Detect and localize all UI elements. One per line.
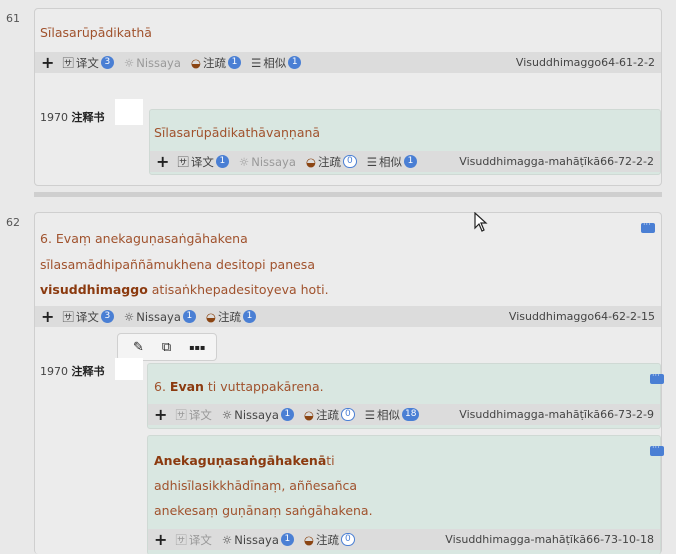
- translation-button[interactable]: 🈂 译文: [175, 532, 212, 548]
- edit-icon[interactable]: ✎: [133, 340, 144, 355]
- similar-button[interactable]: ☰ 相似 1: [250, 55, 302, 71]
- tag-icon[interactable]: [650, 443, 664, 456]
- add-button[interactable]: +: [154, 405, 167, 424]
- translation-count-badge: 3: [100, 310, 114, 323]
- translate-icon: 🈂: [62, 309, 74, 324]
- nissaya-button[interactable]: ☼ Nissaya 1: [124, 310, 196, 324]
- commentary-count-badge: 1: [242, 310, 256, 323]
- translation-button[interactable]: 🈂 译文 3: [62, 309, 114, 325]
- paragraph-line-2[interactable]: sīlasamādhipaññāmukhena desitopi panesa: [40, 257, 315, 272]
- add-button[interactable]: +: [156, 152, 169, 171]
- more-icon[interactable]: ▪▪▪: [189, 343, 205, 352]
- bowl-icon: ◒: [190, 55, 201, 70]
- commentary-button[interactable]: ◒ 注疏 0: [304, 532, 355, 548]
- paragraph-title[interactable]: Sīlasarūpādikathā: [40, 25, 152, 40]
- bowl-icon: ◒: [303, 532, 314, 547]
- paragraph-number: 61: [6, 12, 20, 25]
- translation-count-badge: 1: [215, 155, 229, 168]
- section-divider: [34, 192, 662, 197]
- bowl-icon: ◒: [303, 407, 314, 422]
- sun-icon: ☼: [238, 154, 250, 169]
- paragraph-card-61: Sīlasarūpādikathā + 🈂 译文 3 ☼ Nissaya ◒ 注…: [34, 8, 662, 186]
- nissaya-count-badge: 1: [280, 533, 294, 546]
- commentary-count-badge: 0: [342, 155, 357, 168]
- similar-count-badge: 1: [288, 56, 302, 69]
- sun-icon: ☼: [221, 532, 233, 547]
- tag-icon[interactable]: [641, 220, 655, 233]
- nissaya-button[interactable]: ☼ Nissaya 1: [222, 533, 294, 547]
- commentary-line-1[interactable]: Anekaguṇasaṅgāhakenāti: [154, 453, 335, 468]
- add-button[interactable]: +: [41, 53, 54, 72]
- add-button[interactable]: +: [41, 307, 54, 326]
- commentary-count-badge: 1: [227, 56, 241, 69]
- sun-icon: ☼: [123, 309, 135, 324]
- translate-icon: 🈂: [175, 532, 187, 547]
- paragraph-line-3[interactable]: visuddhimaggo atisaṅkhepadesitoyeva hoti…: [40, 282, 329, 297]
- commentary-reference[interactable]: Visuddhimagga-mahāṭīkā66-73-2-9: [459, 408, 654, 421]
- bowl-icon: ◒: [305, 154, 316, 169]
- sun-icon: ☼: [221, 407, 233, 422]
- commentary-card: Sīlasarūpādikathāvaṇṇanā + 🈂 译文 1 ☼ Niss…: [149, 109, 661, 175]
- translation-button[interactable]: 🈂 译文 1: [177, 154, 229, 170]
- tag-icon[interactable]: [650, 371, 664, 384]
- commentary-card: 6. Evan ti vuttappakārena. + 🈂 译文 ☼ Niss…: [147, 363, 664, 429]
- similar-count-badge: 1: [404, 155, 417, 168]
- translate-icon: 🈂: [175, 407, 187, 422]
- commentary-line-3[interactable]: anekesaṃ guṇānaṃ saṅgāhakena.: [154, 503, 373, 518]
- list-icon: ☰: [364, 407, 375, 422]
- commentary-line[interactable]: 6. Evan ti vuttappakārena.: [154, 379, 324, 394]
- mouse-cursor-icon: [474, 212, 488, 232]
- translation-button[interactable]: 🈂 译文 3: [62, 55, 114, 71]
- commentary-count-badge: 0: [340, 408, 355, 421]
- commentary-button[interactable]: ◒ 注疏 0: [306, 154, 357, 170]
- redacted-box: [115, 358, 143, 380]
- commentary-button[interactable]: ◒ 注疏 0: [304, 407, 355, 423]
- commentary-card: Anekaguṇasaṅgāhakenāti adhisīlasikkhādīn…: [147, 435, 664, 554]
- paragraph-reference[interactable]: Visuddhimaggo64-61-2-2: [516, 56, 655, 69]
- paragraph-reference[interactable]: Visuddhimaggo64-62-2-15: [509, 310, 655, 323]
- add-button[interactable]: +: [154, 530, 167, 549]
- commentary-book-label: 1970 注释书: [40, 111, 105, 124]
- bowl-icon: ◒: [205, 309, 216, 324]
- commentary-line-2[interactable]: adhisīlasikkhādīnaṃ, aññesañca: [154, 478, 357, 493]
- paragraph-card-62: 6. Evaṃ anekaguṇasaṅgāhakena sīlasamādhi…: [34, 212, 664, 554]
- nissaya-count-badge: 1: [182, 310, 196, 323]
- sun-icon: ☼: [123, 55, 135, 70]
- list-icon: ☰: [250, 55, 262, 70]
- nissaya-button[interactable]: ☼ Nissaya: [239, 155, 296, 169]
- commentary-reference[interactable]: Visuddhimagga-mahāṭīkā66-72-2-2: [459, 155, 654, 168]
- nissaya-count-badge: 1: [280, 408, 294, 421]
- paragraph-line-1[interactable]: 6. Evaṃ anekaguṇasaṅgāhakena: [40, 231, 248, 246]
- similar-button[interactable]: ☰ 相似 1: [367, 154, 417, 170]
- commentary-reference[interactable]: Visuddhimagga-mahāṭīkā66-73-10-18: [445, 533, 654, 546]
- commentary-book-label: 1970 注释书: [40, 365, 105, 378]
- translate-icon: 🈂: [62, 55, 74, 70]
- commentary-button[interactable]: ◒ 注疏 1: [206, 309, 256, 325]
- paragraph-number: 62: [6, 216, 20, 229]
- nissaya-button[interactable]: ☼ Nissaya: [124, 56, 181, 70]
- list-icon: ☰: [366, 154, 377, 169]
- similar-count-badge: 18: [402, 408, 420, 421]
- edit-popup: ✎ ⧉ ▪▪▪: [117, 333, 217, 361]
- translation-count-badge: 3: [100, 56, 114, 69]
- translate-icon: 🈂: [177, 154, 189, 169]
- similar-button[interactable]: ☰ 相似 18: [365, 407, 420, 423]
- copy-icon[interactable]: ⧉: [162, 340, 171, 355]
- commentary-count-badge: 0: [340, 533, 355, 546]
- translation-button[interactable]: 🈂 译文: [175, 407, 212, 423]
- nissaya-button[interactable]: ☼ Nissaya 1: [222, 408, 294, 422]
- commentary-button[interactable]: ◒ 注疏 1: [191, 55, 241, 71]
- redacted-box: [115, 99, 143, 125]
- commentary-title[interactable]: Sīlasarūpādikathāvaṇṇanā: [154, 125, 320, 140]
